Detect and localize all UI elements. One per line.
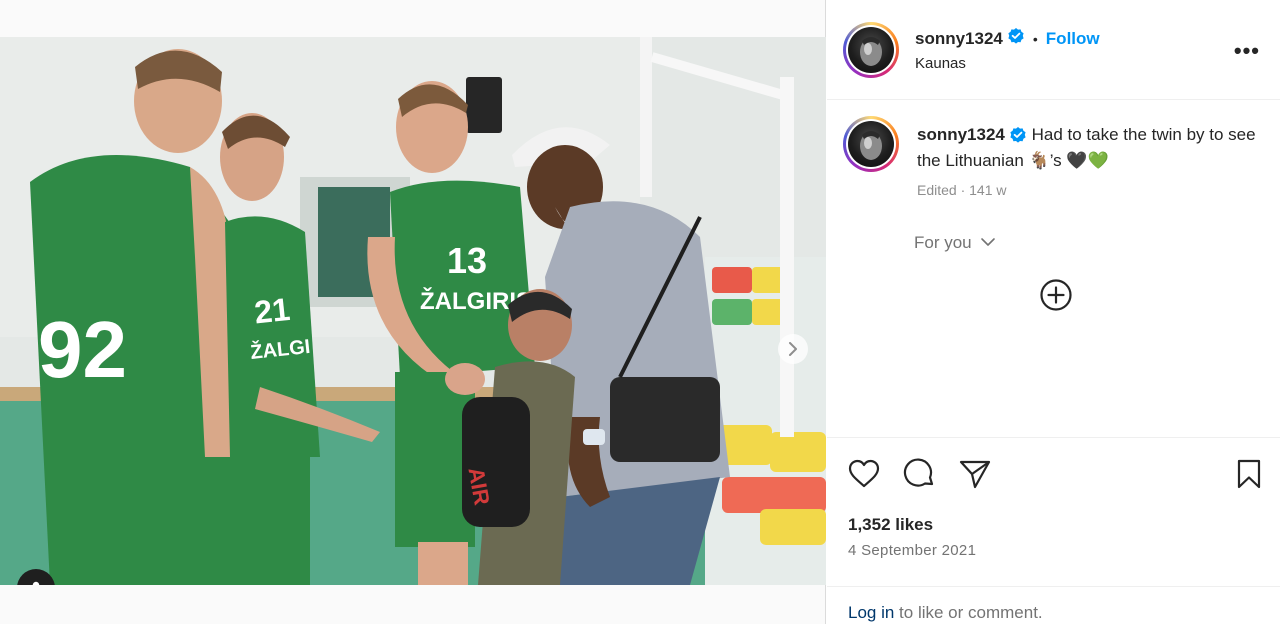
chevron-right-icon [789, 342, 797, 356]
for-you-label: For you [914, 233, 972, 252]
header-title-row: sonny1324 • Follow [915, 27, 1100, 50]
avatar[interactable] [843, 22, 899, 78]
like-button[interactable] [847, 457, 881, 491]
bookmark-icon [1237, 459, 1261, 489]
share-button[interactable] [958, 457, 992, 491]
caption-section: sonny1324 Had to take the twin by to see… [827, 100, 1280, 436]
caption-text: sonny1324 Had to take the twin by to see… [917, 122, 1257, 173]
username-link[interactable]: sonny1324 [915, 29, 1003, 49]
caption-username-link[interactable]: sonny1324 [917, 125, 1005, 144]
plus-circle-icon [1040, 279, 1072, 311]
verified-badge-icon [1009, 123, 1027, 148]
separator-dot: • [1032, 30, 1038, 47]
photo-illustration: 92 21 ŽALGI 13 ŽALGIRIS AIR [0, 37, 826, 585]
post-media-panel: 92 21 ŽALGI 13 ŽALGIRIS AIR [0, 0, 826, 624]
comment-icon [903, 458, 934, 487]
more-options-button[interactable]: ••• [1234, 38, 1260, 64]
verified-badge-icon [1007, 27, 1025, 50]
chevron-down-icon [981, 238, 996, 246]
save-button[interactable] [1232, 457, 1266, 491]
jersey-number-13: 13 [447, 240, 487, 281]
login-link[interactable]: Log in [848, 603, 894, 622]
avatar-image [848, 121, 894, 167]
carousel-next-button[interactable] [778, 334, 808, 364]
caption-avatar[interactable] [843, 116, 899, 172]
post-side-panel: sonny1324 • Follow Kaunas ••• sonny1324 … [827, 0, 1280, 624]
avatar-image [848, 27, 894, 73]
user-tag-icon [32, 581, 40, 585]
jersey-number-21: 21 [253, 291, 292, 331]
for-you-dropdown[interactable]: For you [914, 233, 996, 253]
load-more-comments-button[interactable] [1039, 278, 1073, 312]
post-actions: 1,352 likes 4 September 2021 Log in to l… [827, 437, 1280, 624]
login-prompt-text: to like or comment. [894, 603, 1043, 622]
likes-count[interactable]: 1,352 likes [848, 515, 933, 535]
post-photo[interactable]: 92 21 ŽALGI 13 ŽALGIRIS AIR [0, 37, 826, 585]
login-prompt: Log in to like or comment. [827, 586, 1280, 624]
post-date[interactable]: 4 September 2021 [848, 542, 976, 559]
follow-button[interactable]: Follow [1046, 29, 1100, 49]
comment-button[interactable] [903, 457, 937, 491]
jersey-number-92: 92 [38, 305, 127, 394]
share-icon [959, 460, 991, 489]
location-link[interactable]: Kaunas [915, 55, 966, 72]
post-header: sonny1324 • Follow Kaunas ••• [827, 0, 1280, 100]
heart-icon [848, 459, 880, 488]
edited-timestamp: Edited · 141 w [917, 182, 1007, 198]
